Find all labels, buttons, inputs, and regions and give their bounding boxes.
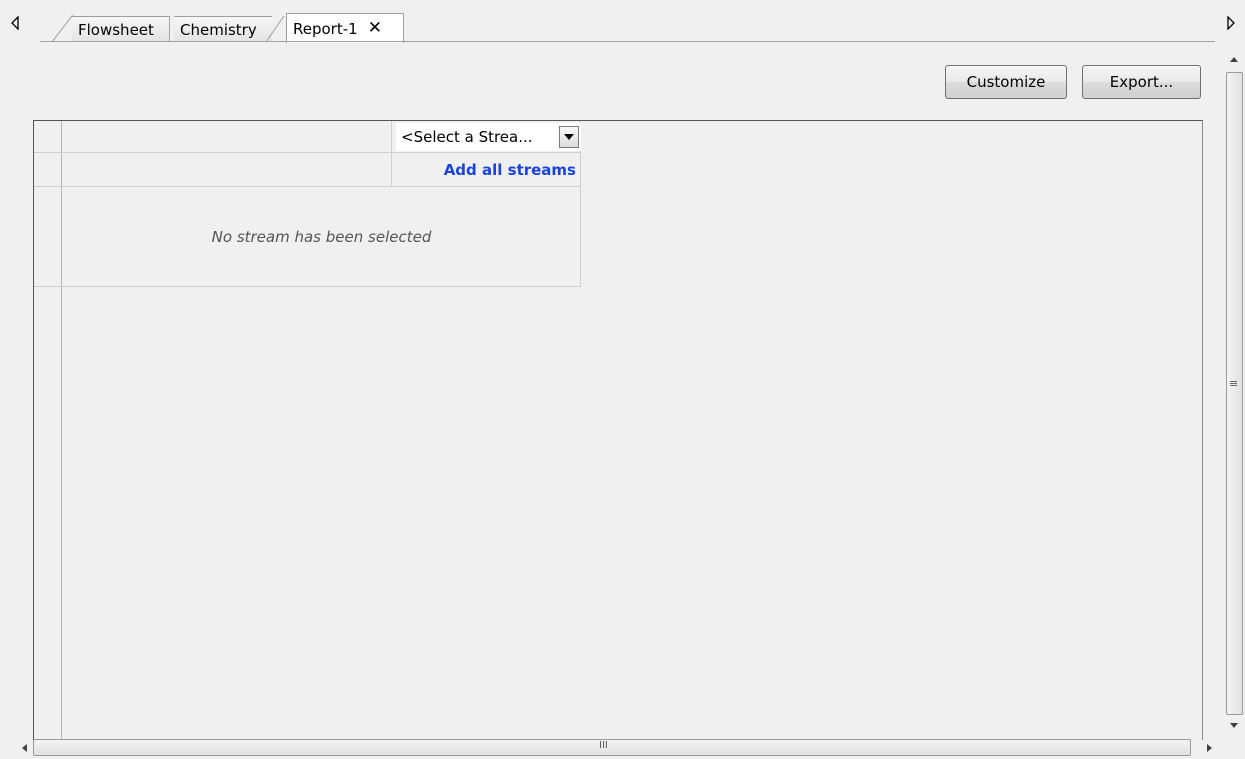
horizontal-scrollbar[interactable]: III xyxy=(0,737,1245,759)
export-button[interactable]: Export... xyxy=(1082,65,1201,99)
tab-close-icon[interactable]: ✕ xyxy=(368,20,382,37)
add-all-streams-link[interactable]: Add all streams xyxy=(396,155,576,185)
vertical-scroll-thumb[interactable]: ≡ xyxy=(1226,72,1243,715)
scroll-grip-icon: ≡ xyxy=(1229,377,1239,390)
tab-flowsheet[interactable]: Flowsheet xyxy=(72,16,170,42)
scroll-right-icon[interactable] xyxy=(1205,743,1213,753)
chevron-down-icon[interactable] xyxy=(559,126,579,148)
grid-column-divider xyxy=(391,121,392,187)
tab-report-1-label: Report-1 xyxy=(293,19,358,38)
tab-edge-decoration xyxy=(266,15,285,43)
empty-state-message: No stream has been selected xyxy=(211,228,432,246)
tab-flowsheet-label: Flowsheet xyxy=(78,20,154,39)
stream-select-value: <Select a Strea... xyxy=(401,128,533,146)
tab-scroll-right-icon[interactable] xyxy=(1222,14,1240,32)
tab-chemistry[interactable]: Chemistry xyxy=(174,16,272,42)
scroll-left-icon[interactable] xyxy=(20,743,28,753)
grid-row-divider xyxy=(34,152,581,153)
grid-row-divider xyxy=(34,286,581,287)
tab-edge-decoration xyxy=(52,15,74,43)
stream-select-dropdown[interactable]: <Select a Strea... xyxy=(396,123,581,151)
grid-row-divider xyxy=(34,186,581,187)
tab-report-1[interactable]: Report-1 ✕ xyxy=(286,13,404,43)
tab-baseline xyxy=(40,41,1215,42)
scroll-up-icon[interactable] xyxy=(1229,54,1239,64)
tab-chemistry-label: Chemistry xyxy=(180,20,257,39)
tab-scroll-left-icon[interactable] xyxy=(6,14,24,32)
customize-button[interactable]: Customize xyxy=(945,65,1067,99)
vertical-scrollbar[interactable]: ≡ xyxy=(1224,48,1245,736)
scroll-grip-icon: III xyxy=(599,740,608,751)
grid-row-header-divider xyxy=(61,121,62,740)
horizontal-scroll-thumb[interactable]: III xyxy=(33,739,1191,756)
document-tab-strip: Flowsheet Chemistry Report-1 ✕ xyxy=(0,0,1245,43)
scroll-down-icon[interactable] xyxy=(1229,720,1239,730)
report-grid-area xyxy=(33,120,1203,740)
